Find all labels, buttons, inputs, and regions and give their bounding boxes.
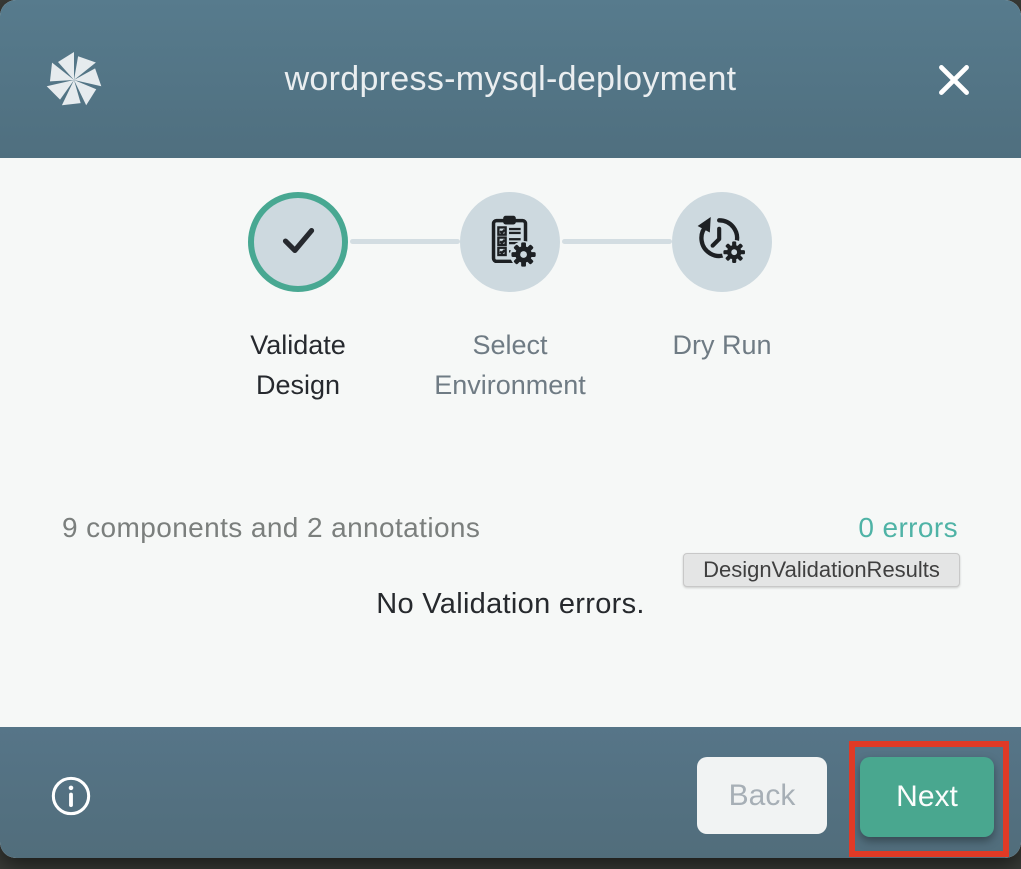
step-validate-design-circle[interactable] [248, 192, 348, 292]
components-summary-text: 9 components and 2 annotations [62, 512, 480, 544]
step-select-environment-circle[interactable] [460, 192, 560, 292]
step-label-dry-run: Dry Run [617, 325, 827, 365]
step-label-line: Select [405, 325, 615, 365]
deployment-wizard-modal: wordpress-mysql-deployment [0, 0, 1021, 858]
info-icon [50, 805, 92, 820]
design-validation-results-tooltip: DesignValidationResults [683, 553, 960, 587]
next-button[interactable]: Next [860, 757, 994, 837]
info-button[interactable] [50, 775, 92, 817]
stepper-connector-1 [350, 239, 460, 244]
step-label-select-environment: Select Environment [405, 325, 615, 405]
modal-header: wordpress-mysql-deployment [0, 0, 1021, 158]
step-label-line: Environment [405, 365, 615, 405]
modal-footer: Back Next [0, 727, 1021, 858]
close-button[interactable] [929, 56, 979, 106]
step-dry-run-circle[interactable] [672, 192, 772, 292]
validation-message: No Validation errors. [0, 588, 1021, 621]
modal-title: wordpress-mysql-deployment [0, 60, 1021, 99]
history-gear-icon [692, 210, 752, 275]
step-label-line: Validate [193, 325, 403, 365]
close-icon [933, 59, 975, 104]
modal-body: Validate Design Select Environment Dry R… [0, 158, 1021, 727]
errors-count-text: 0 errors [858, 512, 958, 544]
stepper-connector-2 [562, 239, 672, 244]
clipboard-gear-icon [479, 209, 541, 276]
back-button[interactable]: Back [697, 757, 827, 834]
check-icon [273, 215, 323, 270]
step-label-line: Design [193, 365, 403, 405]
step-label-validate-design: Validate Design [193, 325, 403, 405]
step-label-line: Dry Run [617, 325, 827, 365]
